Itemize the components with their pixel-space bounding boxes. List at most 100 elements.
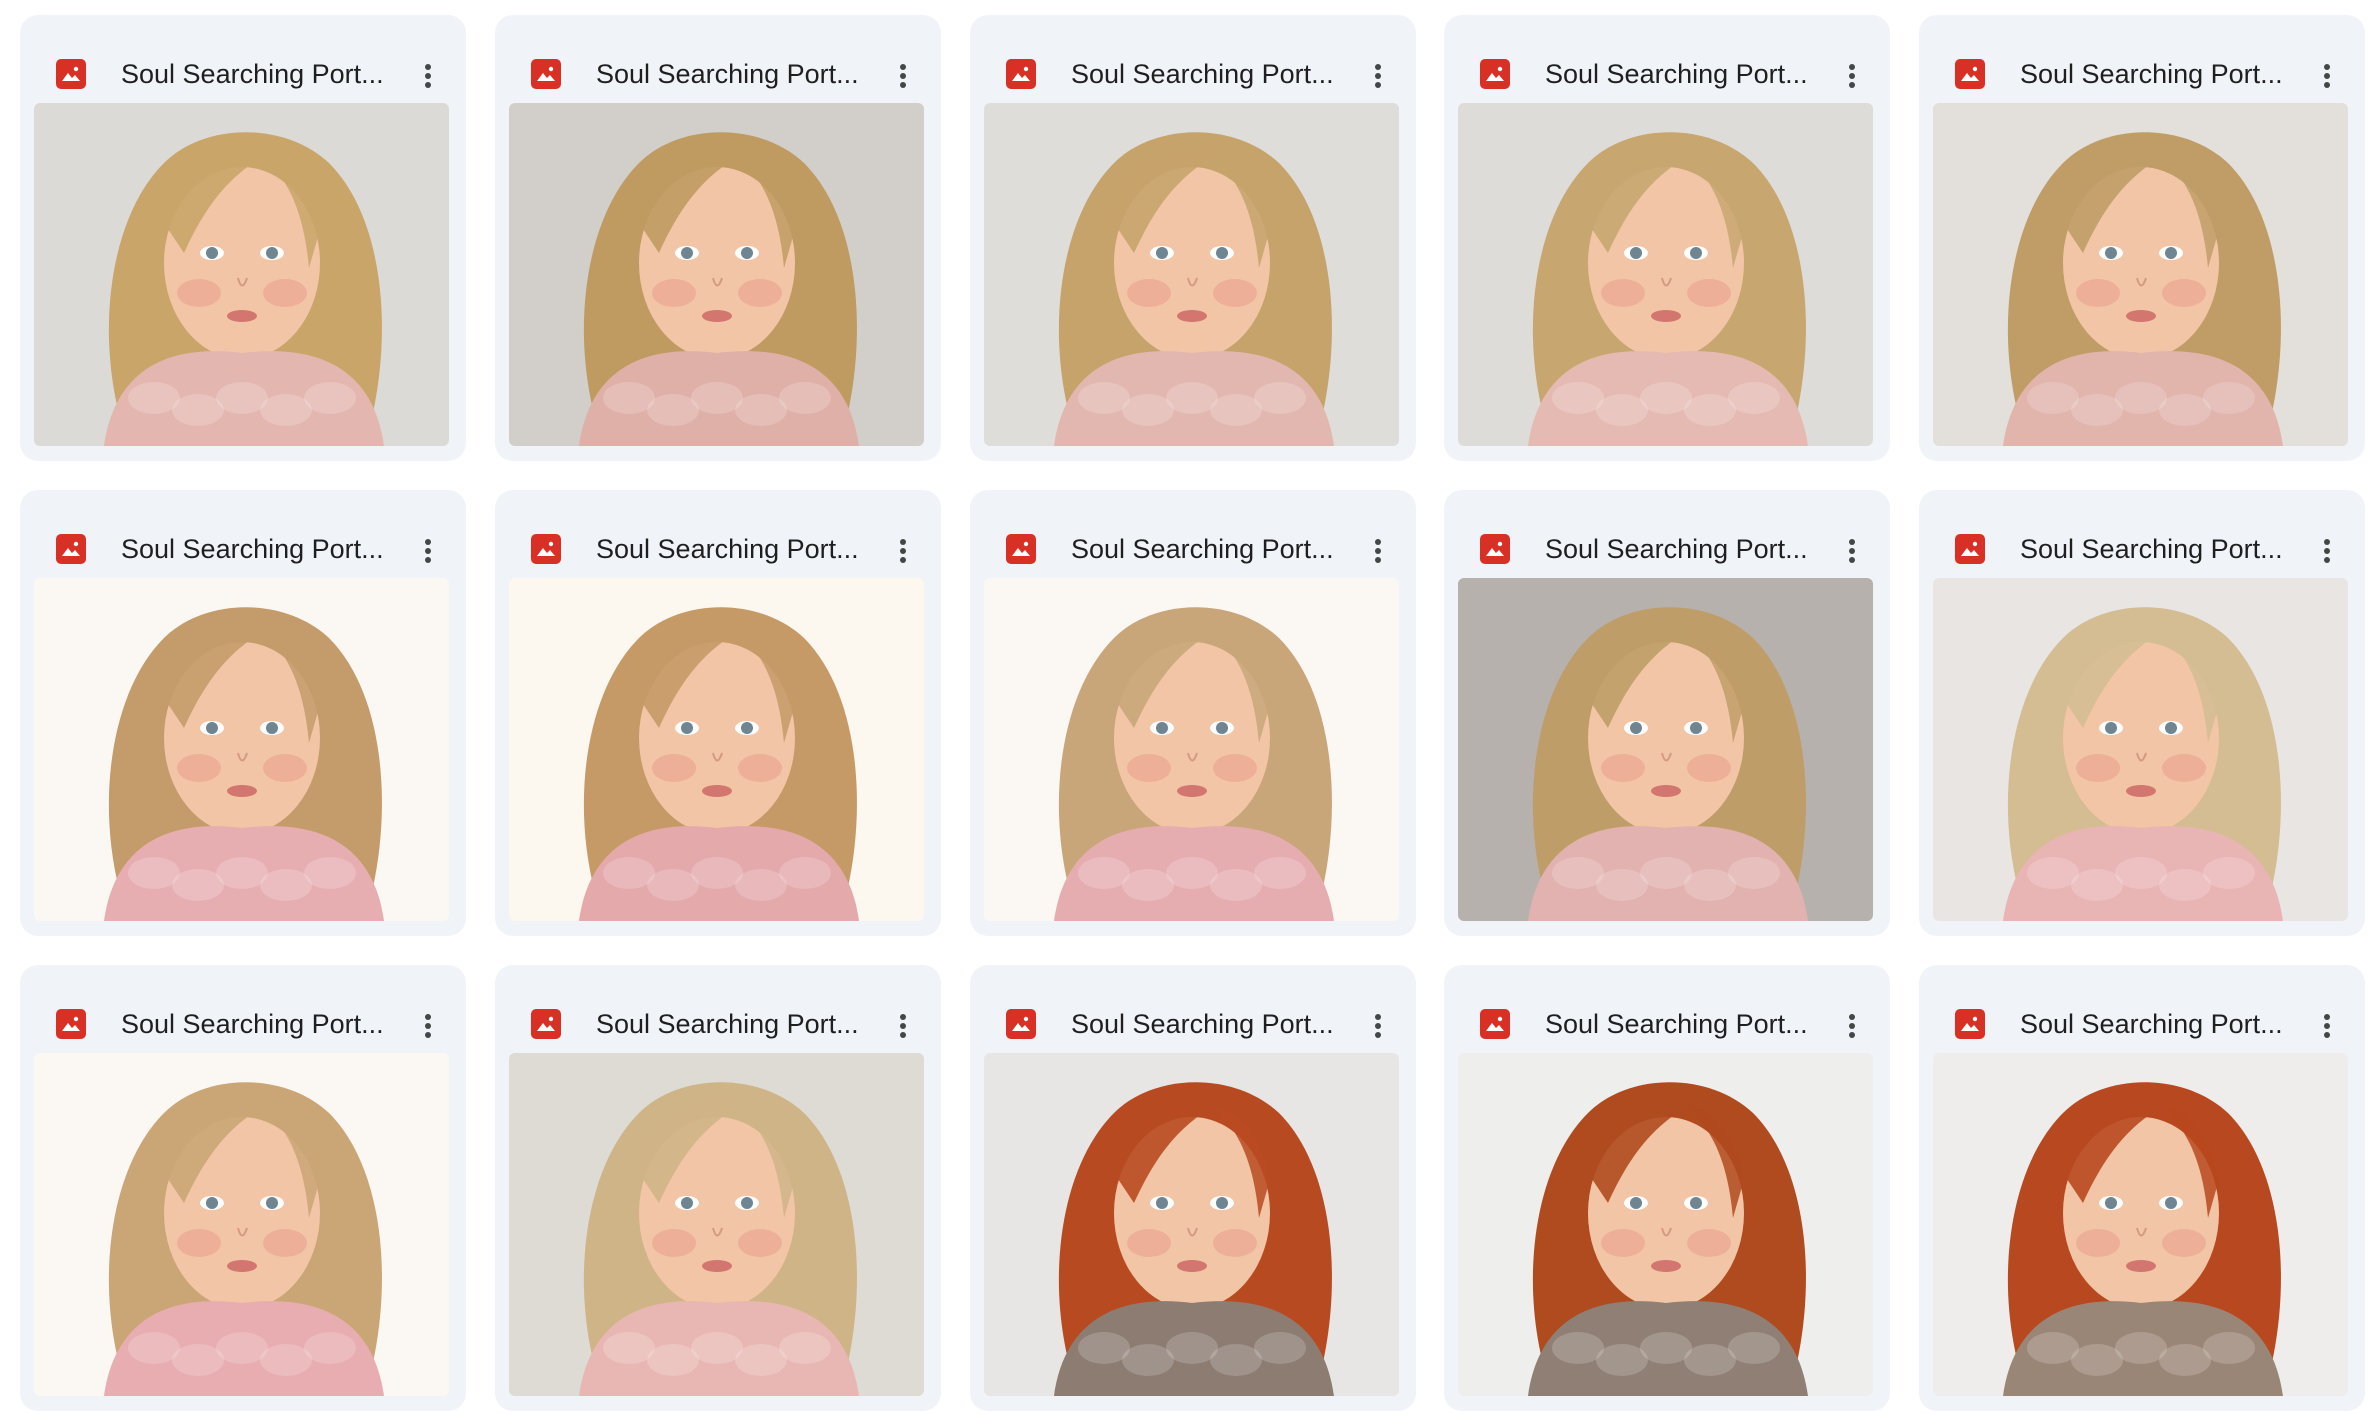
- file-grid: Soul Searching Port... Soul Searching Por…: [0, 0, 2380, 1414]
- more-vert-icon: [1849, 1032, 1855, 1038]
- file-card[interactable]: Soul Searching Port...: [495, 15, 941, 461]
- more-vert-icon: [425, 73, 431, 79]
- more-vert-icon: [900, 557, 906, 563]
- image-thumbnail[interactable]: [509, 578, 924, 921]
- more-vert-icon: [425, 1014, 431, 1020]
- image-file-icon: [1480, 534, 1510, 564]
- image-file-icon: [1006, 1009, 1036, 1039]
- more-vert-icon: [425, 1032, 431, 1038]
- image-file-icon: [56, 534, 86, 564]
- image-thumbnail[interactable]: [984, 578, 1399, 921]
- more-options-button[interactable]: [2305, 529, 2349, 573]
- file-card-header: Soul Searching Port...: [495, 965, 941, 1051]
- file-card[interactable]: Soul Searching Port...: [970, 15, 1416, 461]
- more-vert-icon: [1375, 539, 1381, 545]
- image-thumbnail[interactable]: [984, 1053, 1399, 1396]
- file-title[interactable]: Soul Searching Port...: [1071, 532, 1351, 566]
- file-card[interactable]: Soul Searching Port...: [20, 15, 466, 461]
- file-title[interactable]: Soul Searching Port...: [121, 1007, 401, 1041]
- image-thumbnail[interactable]: [1458, 103, 1873, 446]
- file-title[interactable]: Soul Searching Port...: [1071, 57, 1351, 91]
- file-title[interactable]: Soul Searching Port...: [1545, 1007, 1825, 1041]
- image-thumbnail[interactable]: [1933, 103, 2348, 446]
- file-card-header: Soul Searching Port...: [1919, 15, 2365, 101]
- file-card[interactable]: Soul Searching Port...: [1444, 965, 1890, 1411]
- file-title[interactable]: Soul Searching Port...: [596, 1007, 876, 1041]
- file-title[interactable]: Soul Searching Port...: [2020, 532, 2300, 566]
- file-title[interactable]: Soul Searching Port...: [121, 57, 401, 91]
- more-options-button[interactable]: [1356, 529, 1400, 573]
- more-vert-icon: [1375, 1014, 1381, 1020]
- image-file-icon: [1480, 59, 1510, 89]
- more-vert-icon: [2324, 82, 2330, 88]
- image-thumbnail[interactable]: [984, 103, 1399, 446]
- file-card[interactable]: Soul Searching Port...: [1919, 15, 2365, 461]
- more-options-button[interactable]: [881, 529, 925, 573]
- image-thumbnail[interactable]: [509, 1053, 924, 1396]
- file-card[interactable]: Soul Searching Port...: [20, 490, 466, 936]
- file-title[interactable]: Soul Searching Port...: [2020, 57, 2300, 91]
- file-title[interactable]: Soul Searching Port...: [1545, 57, 1825, 91]
- more-vert-icon: [2324, 73, 2330, 79]
- more-options-button[interactable]: [406, 529, 450, 573]
- file-card[interactable]: Soul Searching Port...: [970, 965, 1416, 1411]
- more-options-button[interactable]: [406, 1004, 450, 1048]
- image-thumbnail[interactable]: [34, 1053, 449, 1396]
- file-card[interactable]: Soul Searching Port...: [1919, 490, 2365, 936]
- image-thumbnail[interactable]: [509, 103, 924, 446]
- image-file-icon: [1480, 1009, 1510, 1039]
- image-thumbnail[interactable]: [1458, 578, 1873, 921]
- more-vert-icon: [900, 82, 906, 88]
- file-card-header: Soul Searching Port...: [20, 15, 466, 101]
- file-title[interactable]: Soul Searching Port...: [121, 532, 401, 566]
- file-card[interactable]: Soul Searching Port...: [1919, 965, 2365, 1411]
- more-options-button[interactable]: [1830, 54, 1874, 98]
- more-options-button[interactable]: [1830, 1004, 1874, 1048]
- more-options-button[interactable]: [1830, 529, 1874, 573]
- more-vert-icon: [900, 1032, 906, 1038]
- more-options-button[interactable]: [1356, 54, 1400, 98]
- file-card[interactable]: Soul Searching Port...: [970, 490, 1416, 936]
- file-card-header: Soul Searching Port...: [970, 15, 1416, 101]
- file-card[interactable]: Soul Searching Port...: [1444, 15, 1890, 461]
- more-vert-icon: [1849, 64, 1855, 70]
- more-vert-icon: [2324, 539, 2330, 545]
- image-file-icon: [531, 534, 561, 564]
- more-vert-icon: [1375, 73, 1381, 79]
- more-vert-icon: [2324, 557, 2330, 563]
- more-vert-icon: [1849, 557, 1855, 563]
- more-options-button[interactable]: [406, 54, 450, 98]
- image-thumbnail[interactable]: [34, 578, 449, 921]
- more-options-button[interactable]: [881, 1004, 925, 1048]
- more-options-button[interactable]: [1356, 1004, 1400, 1048]
- image-file-icon: [1006, 59, 1036, 89]
- image-thumbnail[interactable]: [34, 103, 449, 446]
- more-options-button[interactable]: [2305, 54, 2349, 98]
- more-vert-icon: [900, 539, 906, 545]
- file-card[interactable]: Soul Searching Port...: [495, 490, 941, 936]
- more-vert-icon: [2324, 1023, 2330, 1029]
- file-title[interactable]: Soul Searching Port...: [596, 532, 876, 566]
- more-vert-icon: [1375, 64, 1381, 70]
- more-vert-icon: [2324, 548, 2330, 554]
- more-options-button[interactable]: [2305, 1004, 2349, 1048]
- file-card-header: Soul Searching Port...: [970, 490, 1416, 576]
- image-thumbnail[interactable]: [1933, 578, 2348, 921]
- more-vert-icon: [1375, 557, 1381, 563]
- more-vert-icon: [1375, 1032, 1381, 1038]
- file-title[interactable]: Soul Searching Port...: [1545, 532, 1825, 566]
- more-vert-icon: [1849, 73, 1855, 79]
- file-card[interactable]: Soul Searching Port...: [1444, 490, 1890, 936]
- more-vert-icon: [425, 557, 431, 563]
- image-thumbnail[interactable]: [1458, 1053, 1873, 1396]
- image-thumbnail[interactable]: [1933, 1053, 2348, 1396]
- file-title[interactable]: Soul Searching Port...: [1071, 1007, 1351, 1041]
- file-title[interactable]: Soul Searching Port...: [2020, 1007, 2300, 1041]
- more-vert-icon: [900, 1023, 906, 1029]
- file-card[interactable]: Soul Searching Port...: [495, 965, 941, 1411]
- more-options-button[interactable]: [881, 54, 925, 98]
- image-file-icon: [531, 59, 561, 89]
- image-file-icon: [1006, 534, 1036, 564]
- file-card[interactable]: Soul Searching Port...: [20, 965, 466, 1411]
- file-title[interactable]: Soul Searching Port...: [596, 57, 876, 91]
